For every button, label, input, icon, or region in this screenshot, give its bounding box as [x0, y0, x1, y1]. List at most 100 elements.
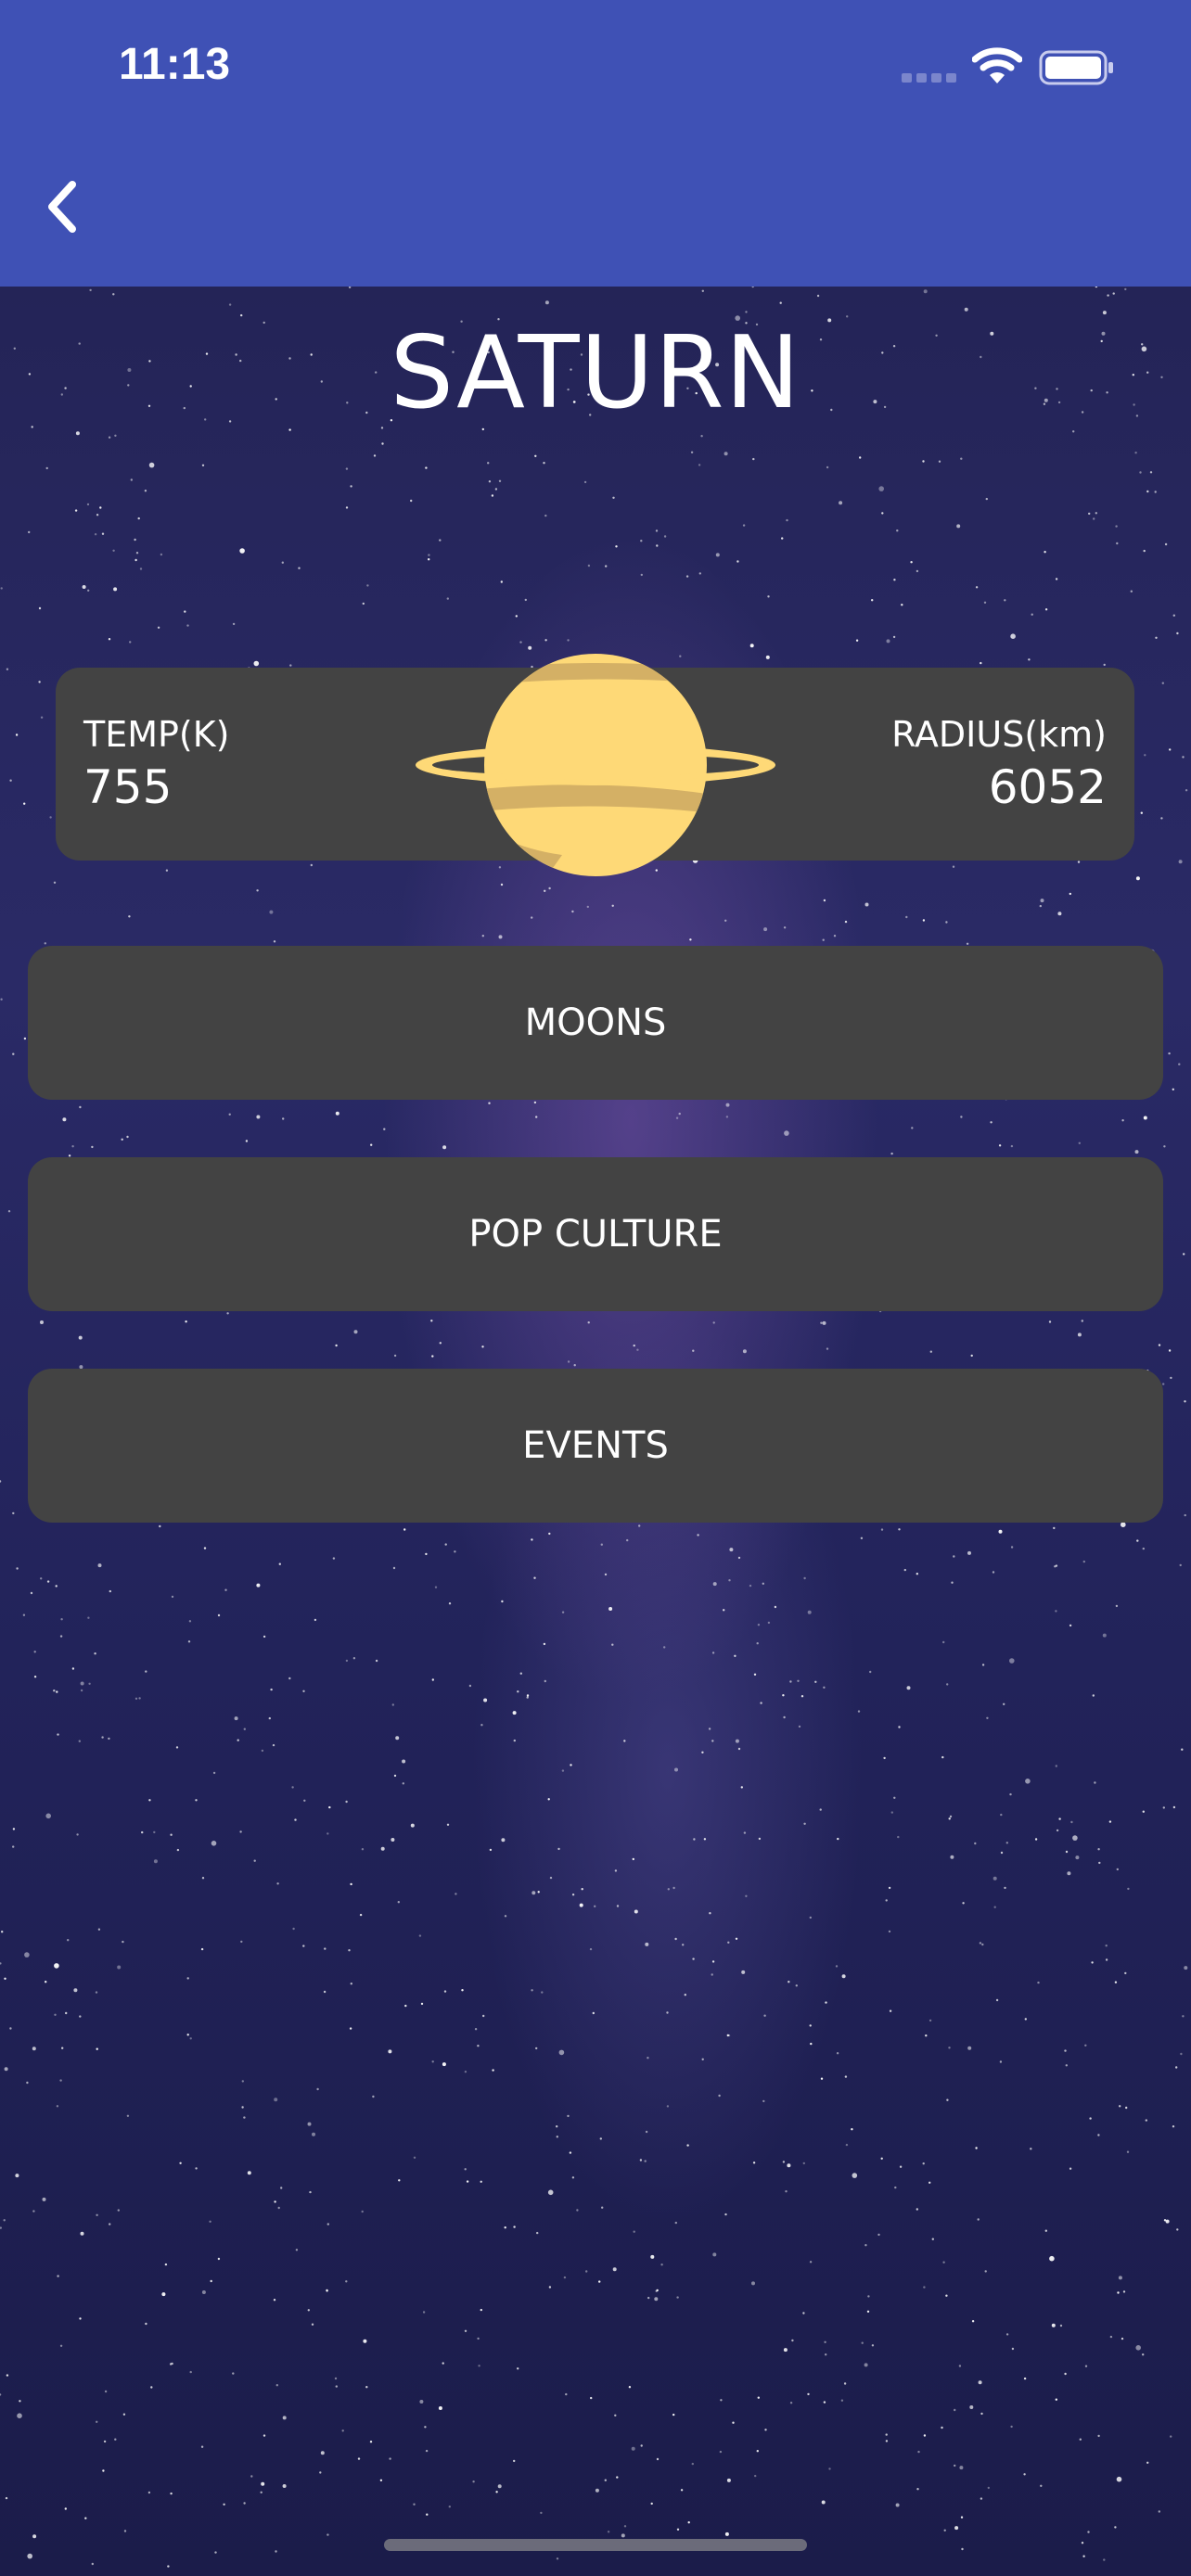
star — [1103, 663, 1106, 667]
star — [461, 1989, 464, 1992]
star — [835, 1965, 839, 1968]
star — [1160, 817, 1163, 820]
star — [1125, 2106, 1128, 2110]
star — [692, 1349, 695, 1352]
star — [1097, 2134, 1100, 2136]
star — [540, 2511, 543, 2515]
back-button[interactable] — [28, 167, 95, 250]
star — [604, 1573, 608, 1576]
events-button[interactable]: EVENTS — [28, 1369, 1163, 1523]
star — [4, 1977, 6, 1980]
star — [1136, 1539, 1139, 1542]
star — [740, 1786, 743, 1789]
star — [680, 2489, 684, 2492]
star — [80, 1681, 84, 1686]
star — [945, 921, 948, 924]
star — [361, 2210, 364, 2213]
star — [825, 2353, 827, 2356]
star — [159, 1524, 161, 1528]
home-indicator[interactable] — [384, 2539, 807, 2551]
star — [600, 1543, 603, 1546]
star — [319, 2471, 322, 2474]
star — [228, 303, 232, 306]
star — [638, 1524, 641, 1527]
star — [1087, 2531, 1090, 2533]
star — [1165, 2219, 1170, 2224]
star — [23, 802, 26, 805]
star — [126, 1135, 129, 1139]
star — [1118, 2276, 1122, 2280]
star — [916, 1573, 918, 1575]
star — [79, 2015, 82, 2018]
star — [282, 2484, 287, 2488]
star — [645, 1942, 649, 1946]
star — [821, 2500, 826, 2505]
star — [983, 601, 987, 604]
star — [1135, 876, 1140, 881]
star — [517, 2367, 519, 2370]
star — [97, 1928, 101, 1931]
star — [175, 1746, 179, 1749]
star — [489, 1848, 493, 1852]
star — [712, 1321, 715, 1324]
star — [478, 2365, 480, 2367]
star — [210, 2279, 212, 2283]
star — [571, 910, 574, 913]
star — [250, 2475, 253, 2478]
star — [599, 2137, 602, 2140]
star — [33, 1676, 37, 1678]
star — [999, 2060, 1003, 2063]
star — [480, 2180, 482, 2183]
star — [690, 451, 694, 453]
star — [723, 1609, 725, 1612]
star — [556, 2557, 559, 2560]
star — [1092, 1694, 1095, 1697]
star — [375, 1659, 378, 1663]
star — [1108, 1820, 1112, 1823]
star — [243, 2116, 246, 2119]
star — [247, 2171, 251, 2175]
star — [1161, 682, 1165, 684]
star — [101, 532, 105, 535]
star — [79, 1105, 82, 1109]
star — [741, 1970, 746, 1974]
star — [312, 2132, 315, 2136]
star — [402, 1782, 404, 1785]
moons-button[interactable]: MOONS — [28, 946, 1163, 1100]
star — [946, 1683, 949, 1686]
star — [353, 1330, 358, 1334]
star — [571, 2176, 575, 2179]
star — [442, 2062, 446, 2067]
star — [1162, 1383, 1165, 1385]
star — [269, 910, 274, 914]
star — [1121, 2337, 1124, 2340]
star — [203, 1547, 207, 1549]
star — [362, 602, 365, 606]
star — [807, 2392, 810, 2396]
star — [425, 466, 428, 469]
star — [224, 1588, 227, 1591]
star — [711, 1651, 715, 1654]
star — [943, 2529, 946, 2531]
star — [660, 2264, 663, 2266]
star — [413, 2503, 416, 2506]
star — [513, 2459, 516, 2463]
star — [923, 2286, 926, 2289]
star — [753, 1673, 757, 1677]
star — [395, 1736, 400, 1741]
star — [0, 2226, 2, 2229]
star — [349, 2027, 352, 2030]
star — [767, 1621, 771, 1625]
star — [667, 1888, 670, 1891]
star — [640, 540, 643, 542]
star — [428, 554, 430, 556]
star — [1082, 1560, 1086, 1563]
star — [1040, 2484, 1043, 2487]
star — [1144, 754, 1146, 757]
star — [167, 2565, 170, 2568]
star — [380, 1846, 385, 1851]
star — [1142, 1810, 1146, 1813]
star — [184, 610, 186, 613]
star — [632, 1857, 634, 1861]
pop-culture-button[interactable]: POP CULTURE — [28, 1157, 1163, 1311]
